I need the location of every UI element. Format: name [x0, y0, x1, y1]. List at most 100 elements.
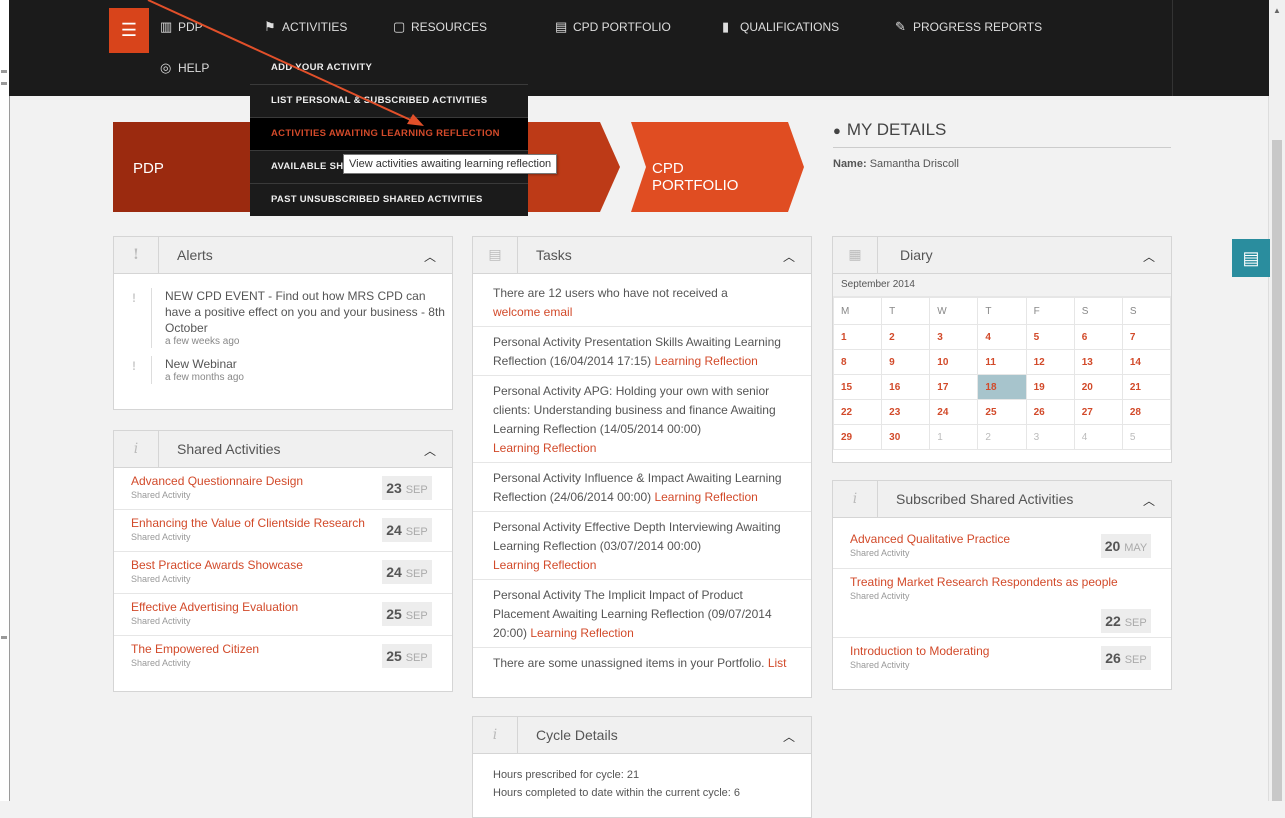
activity-title[interactable]: Effective Advertising Evaluation: [131, 600, 298, 614]
activity-type: Shared Activity: [131, 532, 191, 542]
calendar-day[interactable]: 17: [929, 374, 979, 400]
learning-reflection-link[interactable]: Learning Reflection: [530, 626, 633, 640]
activity-title[interactable]: Treating Market Research Respondents as …: [850, 575, 1118, 589]
activity-title[interactable]: Advanced Questionnaire Design: [131, 474, 303, 488]
calendar-day[interactable]: 28: [1121, 399, 1172, 425]
collapse-chevron-icon[interactable]: ︿: [783, 237, 795, 277]
subscribed-activity-item[interactable]: Introduction to Moderating Shared Activi…: [833, 638, 1171, 683]
learning-reflection-link[interactable]: Learning Reflection: [493, 441, 596, 455]
calendar-day[interactable]: 3: [929, 324, 979, 350]
subscribed-activity-item[interactable]: Treating Market Research Respondents as …: [833, 569, 1171, 638]
info-icon: i: [114, 431, 159, 467]
calendar-day[interactable]: 5: [1025, 324, 1075, 350]
learning-reflection-link[interactable]: Learning Reflection: [493, 558, 596, 572]
menu-item-awaiting-reflection[interactable]: ACTIVITIES AWAITING LEARNING REFLECTION: [250, 117, 528, 150]
activity-type: Shared Activity: [131, 574, 191, 584]
calendar-day[interactable]: 21: [1121, 374, 1172, 400]
calendar-day[interactable]: 27: [1073, 399, 1123, 425]
subscribed-activities-widget: i Subscribed Shared Activities ︿ Advance…: [832, 480, 1172, 690]
weekday-label: S: [1121, 297, 1172, 325]
menu-item-add-activity[interactable]: ADD YOUR ACTIVITY: [250, 52, 528, 84]
calendar-day[interactable]: 26: [1025, 399, 1075, 425]
calendar-day[interactable]: 1: [832, 324, 883, 350]
activity-type: Shared Activity: [850, 591, 910, 601]
list-link[interactable]: List: [768, 656, 787, 670]
shared-activities-title: Shared Activities: [177, 441, 281, 457]
calendar-day[interactable]: 19: [1025, 374, 1075, 400]
task-text: There are 12 users who have not received…: [493, 286, 728, 300]
calendar-day[interactable]: 12: [1025, 349, 1075, 375]
diary-title: Diary: [900, 247, 933, 263]
date-badge: 25 SEP: [382, 602, 432, 626]
diary-widget: ▦ Diary ︿ September 2014 M T W T F S S 1…: [832, 236, 1172, 463]
floating-clipboard-button[interactable]: ▤: [1232, 239, 1270, 277]
my-details-title-text: MY DETAILS: [846, 120, 947, 139]
calendar-day[interactable]: 16: [881, 374, 931, 400]
shared-activity-item[interactable]: Effective Advertising Evaluation Shared …: [114, 594, 452, 636]
activity-title[interactable]: The Empowered Citizen: [131, 642, 259, 656]
activity-title[interactable]: Introduction to Moderating: [850, 644, 989, 658]
tasks-title: Tasks: [536, 247, 572, 263]
calendar-day[interactable]: 20: [1073, 374, 1123, 400]
calendar-day[interactable]: 22: [832, 399, 883, 425]
calendar-day-other-month: 1: [929, 424, 979, 450]
collapse-chevron-icon[interactable]: ︿: [783, 717, 795, 757]
menu-item-list-activities[interactable]: LIST PERSONAL & SUBSCRIBED ACTIVITIES: [250, 84, 528, 117]
calendar-day[interactable]: 30: [881, 424, 931, 450]
learning-reflection-link[interactable]: Learning Reflection: [654, 354, 757, 368]
learning-reflection-link[interactable]: Learning Reflection: [654, 490, 757, 504]
calendar-day[interactable]: 14: [1121, 349, 1172, 375]
shared-activity-item[interactable]: The Empowered Citizen Shared Activity 25…: [114, 636, 452, 677]
my-details-name: Name: Samantha Driscoll: [833, 158, 1171, 170]
shared-activity-item[interactable]: Best Practice Awards Showcase Shared Act…: [114, 552, 452, 594]
calendar-day[interactable]: 11: [977, 349, 1027, 375]
calendar-day[interactable]: 6: [1073, 324, 1123, 350]
activity-title[interactable]: Best Practice Awards Showcase: [131, 558, 303, 572]
cycle-details-header: i Cycle Details ︿: [473, 717, 811, 754]
calendar-day[interactable]: 2: [881, 324, 931, 350]
subscribed-activities-title: Subscribed Shared Activities: [896, 491, 1074, 507]
alert-item[interactable]: ! NEW CPD EVENT - Find out how MRS CPD c…: [114, 288, 452, 348]
alert-item[interactable]: ! New Webinar a few months ago: [114, 356, 452, 384]
hours-prescribed: Hours prescribed for cycle: 21: [493, 769, 640, 781]
menu-item-past-unsubscribed[interactable]: PAST UNSUBSCRIBED SHARED ACTIVITIES: [250, 183, 528, 216]
shared-activity-item[interactable]: Enhancing the Value of Clientside Resear…: [114, 510, 452, 552]
task-item: There are some unassigned items in your …: [473, 648, 811, 677]
calendar-day[interactable]: 15: [832, 374, 883, 400]
calendar-day[interactable]: 9: [881, 349, 931, 375]
calendar-day-other-month: 4: [1073, 424, 1123, 450]
activity-title[interactable]: Advanced Qualitative Practice: [850, 532, 1010, 546]
subscribed-activity-item[interactable]: Advanced Qualitative Practice Shared Act…: [833, 518, 1171, 569]
calendar-day[interactable]: 13: [1073, 349, 1123, 375]
tasks-header: ▤ Tasks ︿: [473, 237, 811, 274]
collapse-chevron-icon[interactable]: ︿: [424, 237, 436, 277]
activity-title[interactable]: Enhancing the Value of Clientside Resear…: [131, 516, 365, 530]
activity-type: Shared Activity: [850, 660, 910, 670]
calendar-day[interactable]: 8: [832, 349, 883, 375]
calendar-day[interactable]: 4: [977, 324, 1027, 350]
alert-text: New Webinar: [165, 357, 237, 371]
collapse-chevron-icon[interactable]: ︿: [424, 431, 436, 471]
alert-time: a few months ago: [165, 372, 244, 383]
welcome-email-link[interactable]: welcome email: [493, 305, 572, 319]
calendar-day-today[interactable]: 18: [977, 374, 1027, 400]
date-badge: 22 SEP: [1101, 609, 1151, 633]
calendar-day[interactable]: 23: [881, 399, 931, 425]
calendar-month: September 2014: [833, 274, 1171, 297]
calendar-day[interactable]: 25: [977, 399, 1027, 425]
alerts-widget: ! Alerts ︿ ! NEW CPD EVENT - Find out ho…: [113, 236, 453, 410]
calendar-day[interactable]: 24: [929, 399, 979, 425]
weekday-label: W: [929, 297, 979, 325]
calendar-day[interactable]: 7: [1121, 324, 1172, 350]
clipboard-icon: ▤: [1242, 248, 1260, 268]
collapse-chevron-icon[interactable]: ︿: [1143, 237, 1155, 277]
collapse-chevron-icon[interactable]: ︿: [1143, 481, 1155, 521]
task-item: There are 12 users who have not received…: [473, 274, 811, 327]
calendar-day[interactable]: 29: [832, 424, 883, 450]
alert-icon: !: [114, 237, 159, 273]
clipboard-icon: ▤: [473, 237, 518, 273]
alert-icon: !: [132, 359, 136, 373]
calendar-day[interactable]: 10: [929, 349, 979, 375]
alert-time: a few weeks ago: [165, 336, 240, 347]
shared-activity-item[interactable]: Advanced Questionnaire Design Shared Act…: [114, 468, 452, 510]
